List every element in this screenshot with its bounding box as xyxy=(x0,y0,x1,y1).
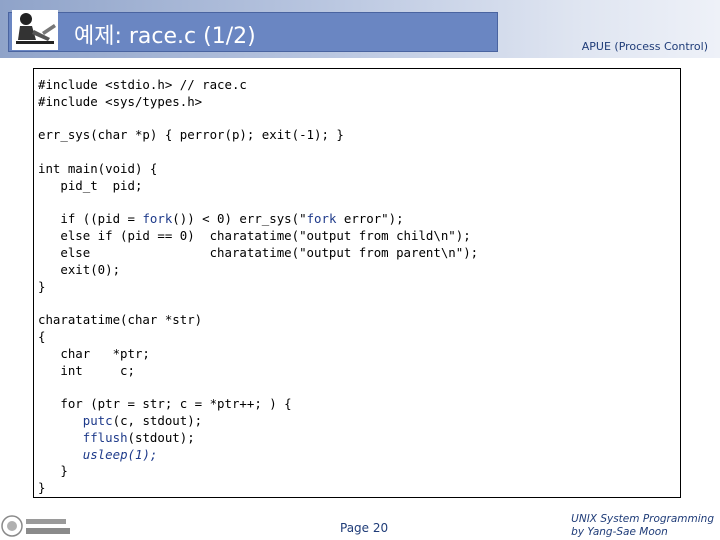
code-line: else charatatime("output from parent\n")… xyxy=(38,244,479,260)
code-line: int c; xyxy=(38,362,135,378)
code-line: { xyxy=(38,328,46,344)
code-line: } xyxy=(38,463,68,479)
code-line: usleep(1); xyxy=(82,446,158,462)
person-at-desk-icon xyxy=(12,10,58,50)
code-line: charatatime(char *str) xyxy=(38,312,203,328)
section-subtitle: APUE (Process Control) xyxy=(581,40,708,53)
code-line: else if (pid == 0) charatatime("output f… xyxy=(38,228,471,244)
page-title: 예제: race.c (1/2) xyxy=(74,24,256,49)
code-block: #include <stdio.h> // race.c #include <sy… xyxy=(34,69,680,497)
page-number: Page 20 xyxy=(340,521,389,535)
code-line: if ((pid = fork()) < 0) err_sys("fork er… xyxy=(38,211,404,227)
code-listing: #include <stdio.h> // race.c #include <sy… xyxy=(33,68,681,498)
code-line: exit(0); xyxy=(38,261,121,277)
code-line: char *ptr; xyxy=(38,345,150,361)
code-line: err_sys(char *p) { perror(p); exit(-1); … xyxy=(38,127,344,143)
course-name: UNIX System Programming xyxy=(571,513,714,525)
code-line: } xyxy=(38,278,46,294)
code-line: for (ptr = str; c = *ptr++; ) { xyxy=(38,396,292,412)
author-name: by Yang-Sae Moon xyxy=(571,526,668,538)
code-line: putc(c, stdout); xyxy=(82,412,203,428)
university-logo-icon xyxy=(1,515,70,537)
code-line: pid_t pid; xyxy=(38,177,143,193)
course-credit: UNIX System Programming by Yang-Sae Moon xyxy=(571,513,714,539)
code-line: } xyxy=(38,480,46,496)
code-line: fflush(stdout); xyxy=(82,429,195,445)
code-line: #include <sys/types.h> xyxy=(38,93,203,109)
code-line: #include <stdio.h> // race.c xyxy=(38,77,247,92)
code-line: int main(void) { xyxy=(38,160,158,176)
